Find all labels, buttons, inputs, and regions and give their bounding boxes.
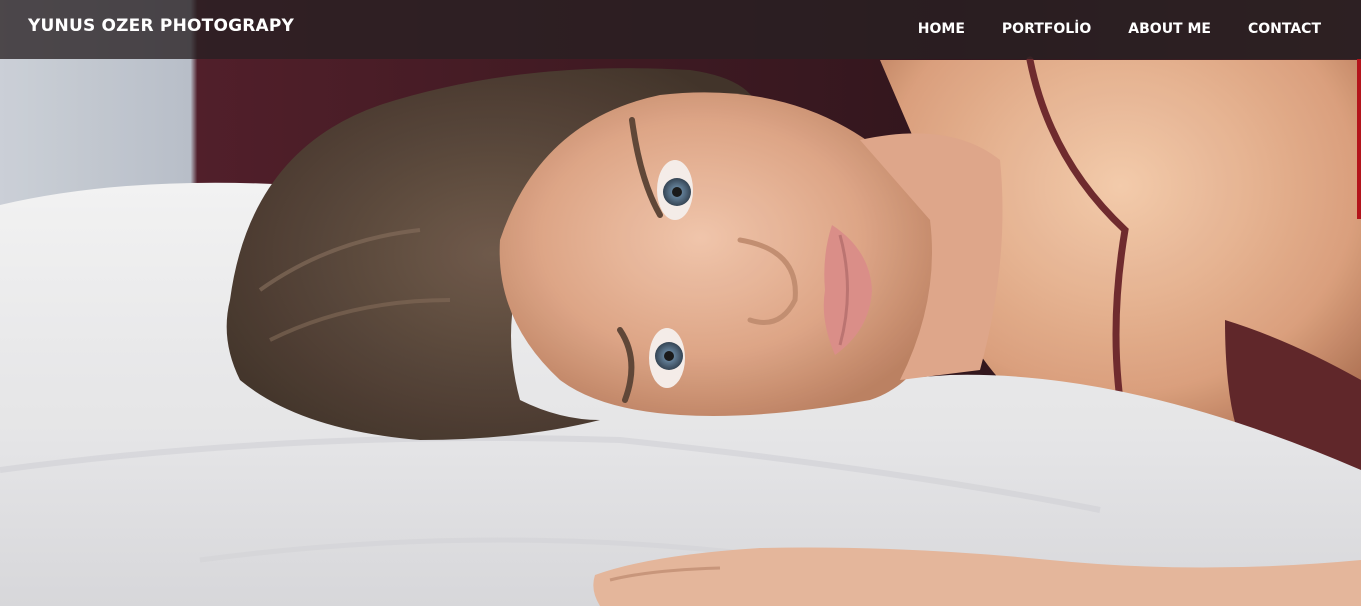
nav-home-link[interactable]: HOME bbox=[918, 21, 965, 37]
main-nav: HOME PORTFOLİO ABOUT ME CONTACT bbox=[881, 21, 1321, 37]
nav-portfolio-link[interactable]: PORTFOLİO bbox=[1002, 21, 1091, 37]
top-navbar: YUNUS OZER PHOTOGRAPY HOME PORTFOLİO ABO… bbox=[0, 0, 1361, 59]
hero-image bbox=[0, 0, 1361, 606]
scrollbar-thumb[interactable] bbox=[1357, 59, 1361, 219]
brand-logo-link[interactable]: YUNUS OZER PHOTOGRAPY bbox=[28, 16, 294, 36]
nav-about-link[interactable]: ABOUT ME bbox=[1128, 21, 1211, 37]
nav-contact-link[interactable]: CONTACT bbox=[1248, 21, 1321, 37]
